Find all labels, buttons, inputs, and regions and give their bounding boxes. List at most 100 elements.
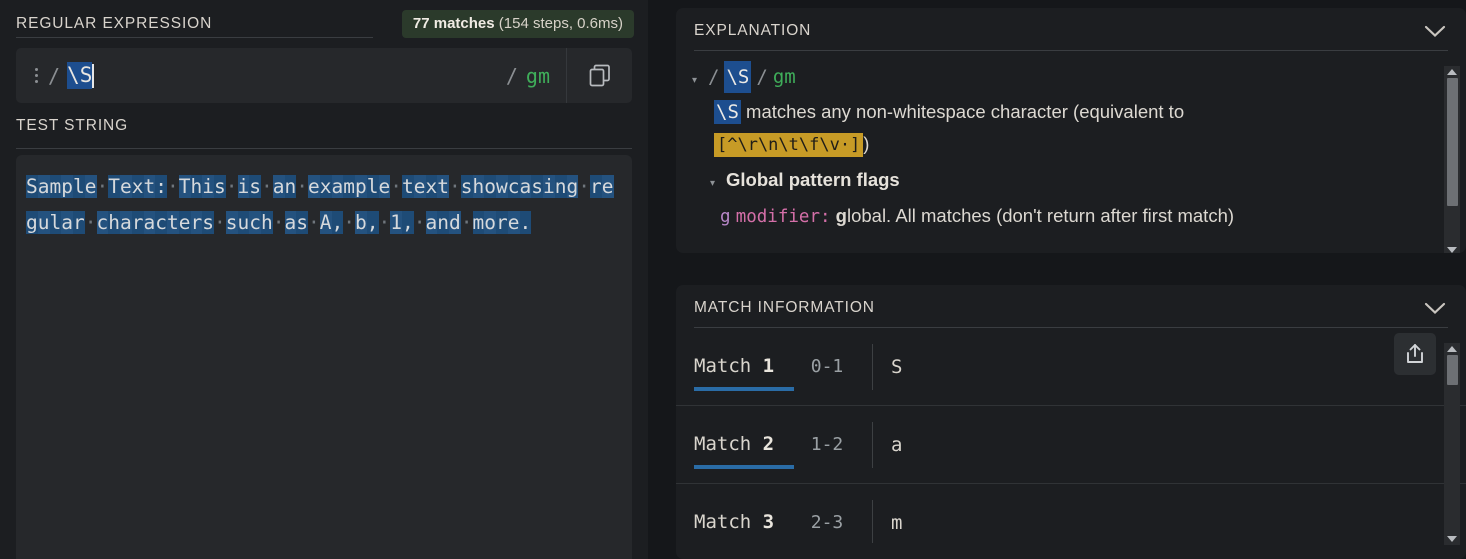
test-string-match-char: r [73, 211, 85, 234]
test-string-match-char: r [496, 211, 508, 234]
test-string-space: · [261, 175, 273, 198]
match-scrollbar[interactable] [1444, 343, 1460, 545]
explanation-desc-token: \S [714, 100, 741, 124]
test-string-match-char: o [484, 211, 496, 234]
test-string-match-char: e [378, 175, 391, 198]
test-string-match-char: h [261, 211, 273, 234]
test-string-match-char: c [507, 175, 520, 198]
right-column: EXPLANATION ▾ / \S / gm \S matches any n… [648, 0, 1466, 559]
test-string-space: · [413, 211, 426, 234]
test-string-content[interactable]: Sample·Text:·This·is·an·example·text·sho… [26, 169, 620, 241]
modifier-letter-g: g [720, 207, 731, 227]
modifier-desc-g: lobal. All matches (don't return after f… [846, 205, 1235, 226]
test-string-match-char: T [108, 175, 120, 198]
modifier-desc-m-mid: and [1003, 240, 1044, 241]
explanation-close-slash: / [756, 66, 768, 88]
explanation-scrollbar[interactable] [1444, 66, 1460, 253]
copy-icon [589, 64, 610, 86]
test-string-match-char: s [296, 211, 308, 234]
share-icon [1407, 344, 1423, 363]
kebab-menu-icon[interactable] [30, 66, 42, 86]
test-string-match-char: m [472, 211, 485, 234]
chevron-down-icon[interactable] [1422, 23, 1448, 39]
share-matches-button[interactable] [1394, 333, 1436, 375]
test-string-match-char: n [284, 175, 297, 198]
explanation-description: \S matches any non-whitespace character … [692, 96, 1436, 161]
match-label-underline [694, 386, 794, 391]
match-list[interactable]: Match 1 0-1 S Match 2 1-2 a Match 3 2-3 m [676, 328, 1466, 543]
test-string-space: · [225, 175, 238, 198]
explanation-desc-text: matches any non-whitespace character (eq… [740, 101, 1185, 122]
regex-input-main[interactable]: / \S [16, 48, 506, 103]
match-label: Match 1 [694, 354, 798, 391]
test-string-match-char: t [143, 175, 156, 198]
disclosure-triangle-icon[interactable]: ▾ [692, 66, 708, 96]
match-label-number: 2 [762, 432, 775, 455]
test-string-match-char: s [202, 211, 214, 234]
flags-group-heading: Global pattern flags [726, 169, 900, 190]
scroll-down-arrow-icon[interactable] [1447, 247, 1457, 253]
test-string-space: · [214, 211, 226, 234]
explanation-scroll-thumb[interactable] [1446, 78, 1458, 206]
modifier-row-m: m modifier: multi line. Causes ^ and $ t… [692, 234, 1436, 241]
match-information-panel: MATCH INFORMATION Match 1 0-1 S Match 2 1-2 a… [676, 285, 1466, 559]
match-scroll-down-arrow-icon[interactable] [1447, 536, 1457, 542]
explanation-pattern-line[interactable]: ▾ / \S / gm [692, 61, 1436, 96]
test-string-match-char: b [355, 211, 367, 234]
test-string-editor[interactable]: Sample·Text:·This·is·an·example·text·sho… [16, 155, 632, 559]
explanation-equivalent-class: [^\r\n\t\f\v·] [714, 133, 864, 157]
match-label-underline [694, 464, 794, 469]
regex-input-container[interactable]: / \S / gm [16, 48, 632, 103]
match-separator [872, 343, 873, 390]
test-string-match-char: e [507, 211, 520, 234]
match-range: 1-2 [810, 434, 844, 455]
match-label-prefix: Match [694, 354, 763, 377]
test-string-space: · [343, 211, 355, 234]
test-string-divider [16, 148, 632, 149]
modifier-bold-head-g: g [835, 205, 847, 226]
explanation-panel: EXPLANATION ▾ / \S / gm \S matches any n… [676, 8, 1466, 253]
match-row[interactable]: Match 3 2-3 m [676, 484, 1466, 543]
copy-regex-button[interactable] [566, 48, 632, 103]
test-string-match-char: 1 [390, 211, 402, 234]
match-value: S [891, 355, 903, 378]
test-string-match-char: t [437, 175, 449, 198]
flags-group-header[interactable]: ▾ Global pattern flags [692, 165, 1436, 199]
match-scroll-thumb[interactable] [1446, 355, 1458, 385]
regex-flags-text[interactable]: gm [526, 64, 550, 88]
text-caret [92, 63, 94, 88]
test-string-match-char: , [331, 211, 344, 234]
chevron-down-icon-match[interactable] [1422, 300, 1448, 316]
regex101-app: REGULAR EXPRESSION 77 matches (154 steps… [0, 0, 1466, 559]
test-string-match-char: e [601, 175, 614, 198]
explanation-body: ▾ / \S / gm \S matches any non-whitespac… [676, 51, 1466, 241]
match-label-number: 3 [762, 510, 775, 533]
page-title: REGULAR EXPRESSION [16, 15, 213, 32]
match-range: 0-1 [810, 356, 844, 377]
disclosure-triangle-icon-flags[interactable]: ▾ [692, 169, 726, 199]
match-scroll-up-arrow-icon[interactable] [1447, 346, 1457, 352]
test-string-match-char: e [84, 175, 97, 198]
test-string-match-char: i [202, 175, 214, 198]
modifier-desc-m-pre: ulti line. Causes [852, 240, 988, 241]
test-string-match-char: r [131, 211, 144, 234]
test-string-match-char: a [37, 175, 50, 198]
regex-pattern-text[interactable]: \S [67, 62, 93, 89]
modifier-desc-m-post: to match the begin/end of [1060, 240, 1274, 241]
regex-flags-area[interactable]: / gm [506, 48, 566, 103]
test-string-match-char: s [225, 211, 238, 234]
test-string-match-char: e [308, 175, 320, 198]
test-string-match-char: h [472, 175, 485, 198]
test-string-match-char: a [425, 211, 438, 234]
test-string-match-char: l [73, 175, 85, 198]
match-row[interactable]: Match 2 1-2 a [676, 406, 1466, 484]
test-string-match-char: u [237, 211, 250, 234]
match-range: 2-3 [810, 512, 844, 533]
test-string-space: · [390, 175, 402, 198]
test-string-space: · [272, 211, 285, 234]
test-string-match-char: c [249, 211, 261, 234]
match-row[interactable]: Match 1 0-1 S [676, 328, 1466, 406]
test-string-match-char: g [566, 175, 579, 198]
scroll-up-arrow-icon[interactable] [1447, 69, 1457, 75]
test-string-match-char: , [402, 211, 414, 234]
